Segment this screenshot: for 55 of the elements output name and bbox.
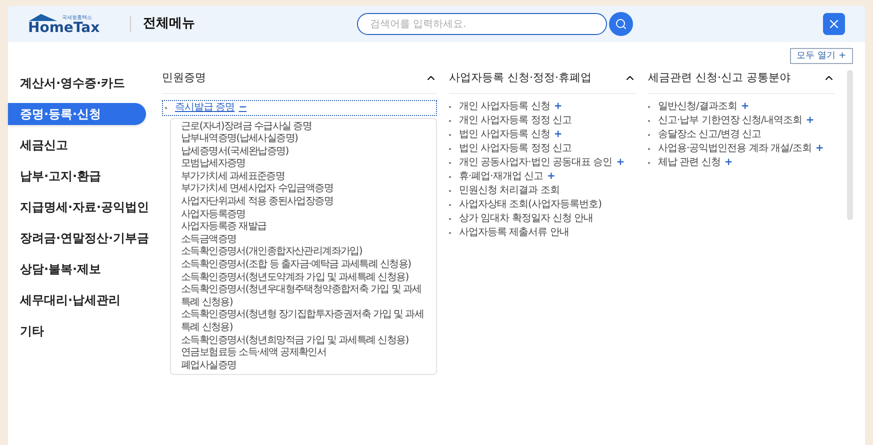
menu-link[interactable]: 휴·폐업·재개업 신고 +: [459, 170, 555, 184]
menu-link[interactable]: 신고·납부 기한연장 신청/내역조회 +: [658, 114, 814, 128]
search-button[interactable]: [609, 12, 633, 36]
column-title: 세금관련 신청·신고 공통분야: [648, 70, 790, 86]
submenu-link[interactable]: 소득확인증명서(청년형 장기집합투자증권저축 가입 및 과세특례 신청용): [181, 309, 426, 335]
column-title: 사업자등록 신청·정정·휴폐업: [449, 70, 592, 86]
sidebar-item[interactable]: 지급명세·자료·공익법인: [8, 196, 146, 218]
submenu-link[interactable]: 사업자등록증 재발급: [181, 221, 426, 234]
submenu-link[interactable]: 폐업사실증명: [181, 360, 426, 372]
sidebar-item[interactable]: 계산서·영수증·카드: [8, 72, 146, 94]
sidebar-item[interactable]: 증명·등록·신청: [8, 103, 146, 125]
menu-link[interactable]: 사업자등록 제출서류 안내: [459, 226, 569, 240]
submenu-link[interactable]: 모범납세자증명: [181, 158, 426, 171]
menu-link[interactable]: 상가 임대차 확정일자 신청 안내: [459, 212, 594, 226]
search-icon: [615, 18, 627, 30]
house-roof-icon: [28, 13, 58, 21]
menu-link[interactable]: 법인 사업자등록 신청 +: [459, 128, 562, 142]
menu-link[interactable]: 민원신청 처리결과 조회: [459, 184, 560, 198]
menu-link[interactable]: 개인 사업자등록 정정 신고: [459, 114, 572, 128]
sidebar-item[interactable]: 기타: [8, 320, 146, 342]
menu-link[interactable]: 체납 관련 신청 +: [658, 156, 732, 170]
submenu-link[interactable]: 납부내역증명(납세사실증명): [181, 133, 426, 146]
menu-link[interactable]: 일반신청/결과조회 +: [658, 100, 749, 114]
search-field[interactable]: 검색어를 입력하세요.: [357, 13, 607, 35]
submenu-link[interactable]: 연금보험료등 소득·세액 공제확인서: [181, 347, 426, 360]
close-button[interactable]: [823, 13, 845, 35]
submenu-link[interactable]: 납세증명서(국세완납증명): [181, 146, 426, 158]
page-title: 전체메뉴: [143, 15, 195, 34]
sidebar-item[interactable]: 납부·고지·환급: [8, 165, 146, 187]
menu-link[interactable]: 개인 사업자등록 신청 +: [459, 100, 562, 114]
sidebar-item[interactable]: 상담·불복·제보: [8, 258, 146, 280]
submenu-link[interactable]: 소득금액증명: [181, 234, 426, 246]
submenu-link[interactable]: 소득확인증명서(개인종합자산관리계좌가입): [181, 246, 426, 260]
submenu-link[interactable]: 소득확인증명서(청년희망적금 가입 및 과세특례 신청용): [181, 334, 426, 348]
logo-text: HomeTax: [28, 21, 101, 35]
submenu-link[interactable]: 소득확인증명서(조합 등 출자금·예탁금 과세특례 신청용): [181, 259, 426, 272]
expand-all-button[interactable]: 모두 열기 +: [790, 48, 853, 64]
sidebar-item[interactable]: 세무대리·납세관리: [8, 289, 146, 311]
submenu-link[interactable]: 부가가치세 과세표준증명: [181, 170, 426, 184]
submenu-link[interactable]: 근로(자녀)장려금 수급사실 증명: [181, 120, 426, 134]
scrollbar[interactable]: [847, 70, 853, 220]
menu-link[interactable]: 법인 사업자등록 정정 신고: [459, 142, 572, 156]
submenu-link[interactable]: 부가가치세 면세사업자 수입금액증명: [181, 183, 426, 196]
submenu-link[interactable]: 사업자단위과세 적용 종된사업장증명: [181, 196, 426, 209]
menu-link[interactable]: 사업자상태 조회(사업자등록번호): [459, 198, 602, 212]
menu-link[interactable]: 송달장소 신고/변경 신고: [658, 128, 762, 142]
menu-link[interactable]: 사업용·공익법인전용 계좌 개설/조회 +: [658, 142, 824, 156]
close-icon: [827, 17, 841, 31]
submenu-link[interactable]: 소득확인증명서(청년도약계좌 가입 및 과세특례 신청용): [181, 272, 426, 284]
menu-link[interactable]: 개인 공동사업자·법인 공동대표 승인 +: [459, 156, 624, 170]
sidebar-item[interactable]: 세금신고: [8, 134, 146, 156]
submenu-link[interactable]: 소득확인증명서(청년우대형주택청약종합저축 가입 및 과세특례 신청용): [181, 284, 426, 310]
sidebar-item[interactable]: 장려금·연말정산·기부금: [8, 227, 146, 249]
column-title: 민원증명: [162, 70, 206, 86]
submenu-link[interactable]: 사업자등록증명: [181, 208, 426, 222]
